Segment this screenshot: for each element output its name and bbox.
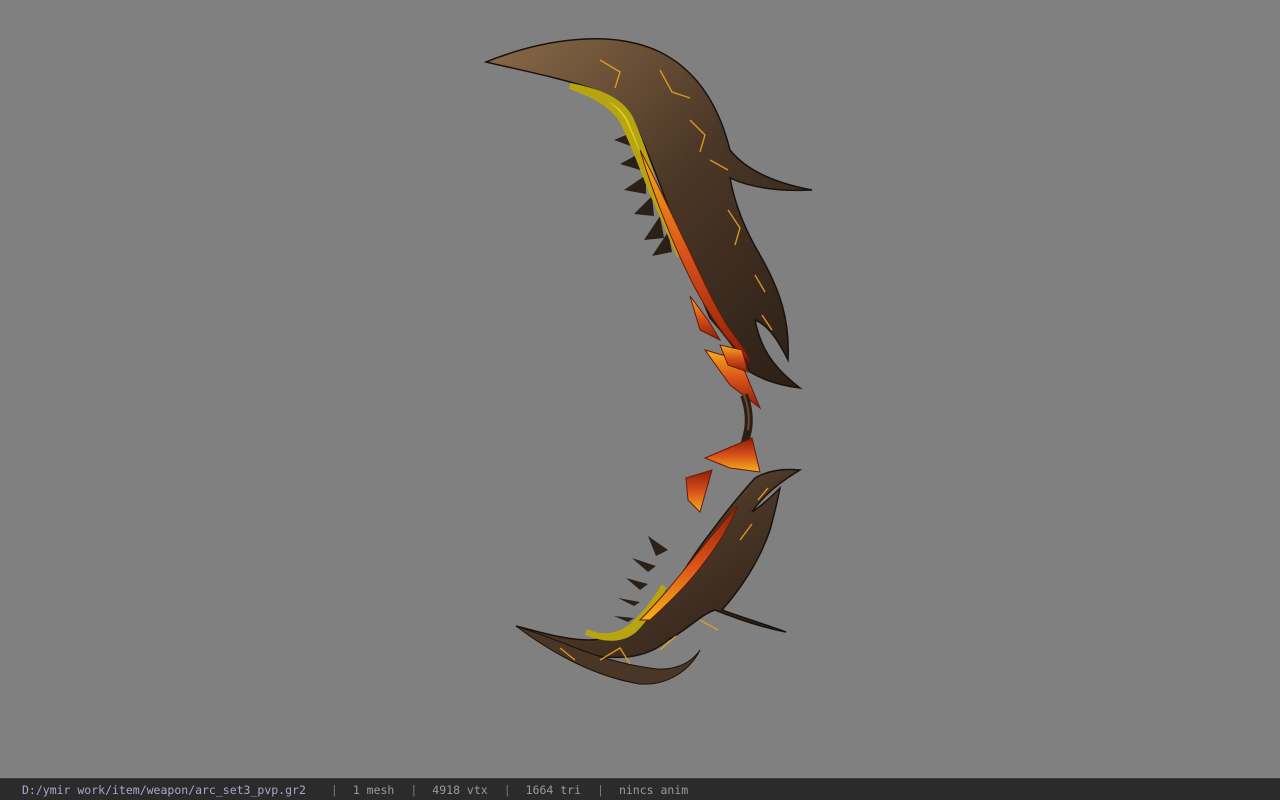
- upper-limb: [483, 38, 813, 410]
- file-path: D:/ymir work/item/weapon/arc_set3_pvp.gr…: [22, 782, 306, 797]
- animation-status: nincs anim: [618, 782, 689, 797]
- lower-limb: [515, 437, 803, 685]
- mesh-count: 1 mesh: [352, 782, 395, 797]
- vertex-count: 4918 vtx: [432, 782, 488, 797]
- separator: |: [410, 782, 418, 797]
- 3d-viewport[interactable]: [0, 0, 1280, 778]
- status-bar: D:/ymir work/item/weapon/arc_set3_pvp.gr…: [0, 778, 1280, 800]
- triangle-count: 1664 tri: [525, 782, 582, 797]
- separator: |: [503, 782, 511, 797]
- separator: |: [330, 782, 338, 797]
- separator: |: [597, 782, 604, 797]
- bow-model[interactable]: [0, 0, 1280, 778]
